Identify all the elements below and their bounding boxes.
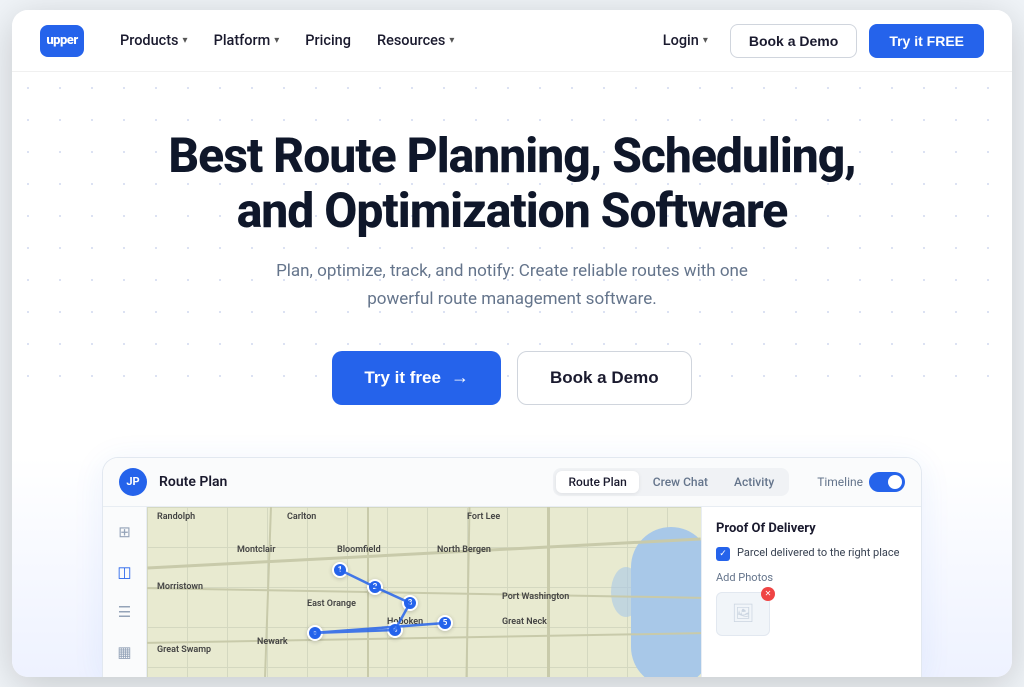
avatar: JP xyxy=(119,468,147,496)
logo-box: upper xyxy=(40,25,84,57)
nav-pricing[interactable]: Pricing xyxy=(293,24,363,57)
platform-chevron-icon: ▾ xyxy=(274,35,279,46)
nav-products[interactable]: Products ▾ xyxy=(108,24,200,57)
map-area: Randolph Carlton Fort Lee Montclair Bloo… xyxy=(147,507,701,677)
tab-activity[interactable]: Activity xyxy=(722,471,786,493)
timeline-label: Timeline xyxy=(817,475,863,489)
check-icon: ✓ xyxy=(716,547,730,561)
map-pin-5: 5 xyxy=(437,615,453,631)
hero-buttons: Try it free → Book a Demo xyxy=(52,351,972,405)
tab-route-plan[interactable]: Route Plan xyxy=(556,471,638,493)
browser-window: upper Products ▾ Platform ▾ Pricing Reso… xyxy=(12,10,1012,677)
timeline-toggle-switch[interactable] xyxy=(869,472,905,492)
sidebar-list-icon[interactable]: ☰ xyxy=(114,601,136,623)
delivery-panel: Proof Of Delivery ✓ Parcel delivered to … xyxy=(701,507,921,677)
route-plan-title: Route Plan xyxy=(159,474,227,490)
map-label-northbergen: North Bergen xyxy=(437,545,491,555)
app-preview-wrapper: JP Route Plan Route Plan Crew Chat Activ… xyxy=(12,457,1012,677)
map-label-carlton: Carlton xyxy=(287,512,316,522)
hero-title: Best Route Planning, Scheduling, and Opt… xyxy=(132,128,892,238)
map-label-montclair: Montclair xyxy=(237,545,275,555)
sidebar-grid-icon[interactable]: ⊞ xyxy=(114,521,136,543)
app-body: ⊞ ◫ ☰ ▦ xyxy=(103,507,921,677)
try-free-nav-button[interactable]: Try it FREE xyxy=(869,24,984,58)
nav-resources[interactable]: Resources ▾ xyxy=(365,24,466,57)
app-topbar: JP Route Plan Route Plan Crew Chat Activ… xyxy=(103,458,921,507)
app-preview: JP Route Plan Route Plan Crew Chat Activ… xyxy=(102,457,922,677)
sidebar-chart-icon[interactable]: ▦ xyxy=(114,641,136,663)
try-free-button[interactable]: Try it free → xyxy=(332,351,501,405)
map-label-greatneck: Great Neck xyxy=(502,617,547,627)
map-label-fortlee: Fort Lee xyxy=(467,512,500,522)
timeline-toggle: Timeline xyxy=(817,472,905,492)
map-pin-3: 3 xyxy=(402,595,418,611)
nav-right: Login ▾ Book a Demo Try it FREE xyxy=(653,24,984,58)
sidebar-map-icon[interactable]: ◫ xyxy=(114,561,136,583)
map-label-morristown: Morristown xyxy=(157,582,203,592)
tab-crew-chat[interactable]: Crew Chat xyxy=(641,471,720,493)
nav-platform[interactable]: Platform ▾ xyxy=(202,24,292,57)
map-label-bloomfield: Bloomfield xyxy=(337,545,381,555)
delivery-check-text: Parcel delivered to the right place xyxy=(737,546,899,559)
nav-links: Products ▾ Platform ▾ Pricing Resources … xyxy=(108,24,645,57)
book-demo-nav-button[interactable]: Book a Demo xyxy=(730,24,857,58)
hero-subtitle: Plan, optimize, track, and notify: Creat… xyxy=(272,258,752,312)
tab-group: Route Plan Crew Chat Activity xyxy=(553,468,789,496)
login-button[interactable]: Login ▾ xyxy=(653,24,718,57)
arrow-icon: → xyxy=(451,367,469,388)
map-label-randolph: Randolph xyxy=(157,512,195,522)
map-label-eastorange: East Orange xyxy=(307,599,356,609)
delivery-check-row: ✓ Parcel delivered to the right place xyxy=(716,546,907,561)
map-label-newark: Newark xyxy=(257,637,288,647)
hero-section: Best Route Planning, Scheduling, and Opt… xyxy=(12,72,1012,405)
app-sidebar: ⊞ ◫ ☰ ▦ xyxy=(103,507,147,677)
map-pin-6: ● xyxy=(307,625,323,641)
map-background: Randolph Carlton Fort Lee Montclair Bloo… xyxy=(147,507,701,677)
remove-photo-icon[interactable]: ✕ xyxy=(761,587,775,601)
resources-chevron-icon: ▾ xyxy=(449,35,454,46)
photo-placeholder-1[interactable]: 🖼 ✕ xyxy=(716,592,770,636)
book-demo-button[interactable]: Book a Demo xyxy=(517,351,692,405)
login-chevron-icon: ▾ xyxy=(703,35,708,46)
map-pin-4: 4 xyxy=(387,622,403,638)
delivery-panel-title: Proof Of Delivery xyxy=(716,521,907,536)
map-label-portwashington: Port Washington xyxy=(502,592,569,602)
navbar: upper Products ▾ Platform ▾ Pricing Reso… xyxy=(12,10,1012,72)
logo[interactable]: upper xyxy=(40,25,84,57)
add-photos-label: Add Photos xyxy=(716,571,907,584)
map-pin-1: 1 xyxy=(332,562,348,578)
products-chevron-icon: ▾ xyxy=(183,35,188,46)
map-label-greatswamp: Great Swamp xyxy=(157,645,211,655)
map-pin-2: 2 xyxy=(367,579,383,595)
